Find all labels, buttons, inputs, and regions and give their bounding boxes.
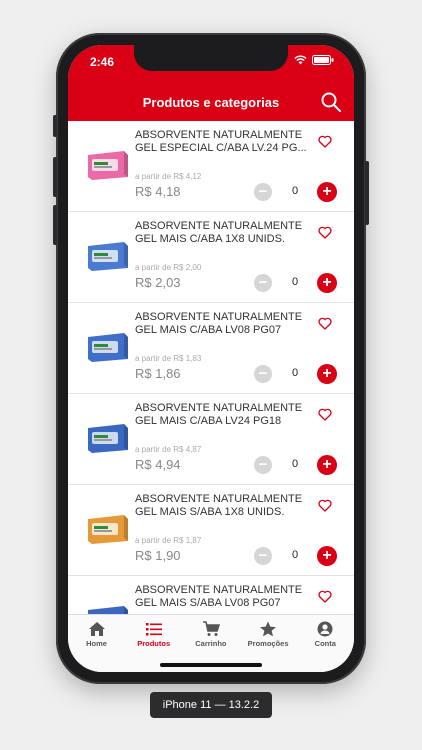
from-price-label: a partir de R$ 4,12 [135, 172, 202, 181]
quantity-value: 0 [291, 549, 299, 561]
product-row[interactable]: ABSORVENTE NATURALMENTE GEL MAIS C/ABA L… [68, 394, 354, 485]
increase-quantity-button[interactable]: + [317, 182, 337, 202]
app-header: 2:46 Produtos e categorias [68, 45, 354, 121]
increase-quantity-button[interactable]: + [317, 364, 337, 384]
account-icon [297, 621, 354, 637]
tab-label: Conta [314, 639, 336, 648]
decrease-quantity-button[interactable]: − [254, 456, 272, 474]
search-icon[interactable] [320, 91, 342, 113]
battery-icon [312, 55, 334, 65]
heart-icon[interactable] [318, 408, 332, 421]
list-icon [125, 621, 182, 637]
product-name[interactable]: ABSORVENTE NATURALMENTE GEL MAIS C/ABA 1… [135, 220, 307, 246]
heart-icon[interactable] [318, 590, 332, 603]
tab-carrinho[interactable]: Carrinho [182, 615, 239, 655]
product-price: R$ 4,94 [135, 457, 181, 472]
product-row[interactable]: ABSORVENTE NATURALMENTE GEL MAIS S/ABA 1… [68, 485, 354, 576]
wifi-icon [294, 55, 307, 65]
tab-conta[interactable]: Conta [297, 615, 354, 655]
product-name[interactable]: ABSORVENTE NATURALMENTE GEL MAIS C/ABA L… [135, 311, 307, 337]
increase-quantity-button[interactable]: + [317, 455, 337, 475]
product-name[interactable]: ABSORVENTE NATURALMENTE GEL MAIS C/ABA L… [135, 402, 307, 428]
product-row[interactable]: ABSORVENTE NATURALMENTE GEL ESPECIAL C/A… [68, 121, 354, 212]
product-image[interactable] [84, 420, 132, 456]
product-row[interactable]: ABSORVENTE NATURALMENTE GEL MAIS S/ABA L… [68, 576, 354, 614]
from-price-label: a partir de R$ 4,87 [135, 445, 202, 454]
from-price-label: a partir de R$ 2,00 [135, 263, 202, 272]
heart-icon[interactable] [318, 135, 332, 148]
product-row[interactable]: ABSORVENTE NATURALMENTE GEL MAIS C/ABA 1… [68, 212, 354, 303]
tab-promoes[interactable]: Promoções [240, 615, 297, 655]
product-price: R$ 1,90 [135, 548, 181, 563]
increase-quantity-button[interactable]: + [317, 273, 337, 293]
star-icon [240, 621, 297, 637]
decrease-quantity-button[interactable]: − [254, 183, 272, 201]
from-price-label: a partir de R$ 1,87 [135, 536, 202, 545]
tab-label: Produtos [137, 639, 171, 648]
product-list[interactable]: ABSORVENTE NATURALMENTE GEL ESPECIAL C/A… [68, 121, 354, 614]
home-icon [68, 621, 125, 637]
increase-quantity-button[interactable]: + [317, 546, 337, 566]
product-image[interactable] [84, 147, 132, 183]
quantity-value: 0 [291, 367, 299, 379]
heart-icon[interactable] [318, 317, 332, 330]
product-image[interactable] [84, 329, 132, 365]
product-price: R$ 4,18 [135, 184, 181, 199]
device-side-button [53, 115, 57, 137]
product-row[interactable]: ABSORVENTE NATURALMENTE GEL MAIS C/ABA L… [68, 303, 354, 394]
tab-label: Carrinho [195, 639, 227, 648]
quantity-value: 0 [291, 185, 299, 197]
cart-icon [182, 621, 239, 637]
decrease-quantity-button[interactable]: − [254, 365, 272, 383]
quantity-value: 0 [291, 276, 299, 288]
tab-produtos[interactable]: Produtos [125, 615, 182, 655]
heart-icon[interactable] [318, 499, 332, 512]
device-label: iPhone 11 — 13.2.2 [150, 692, 272, 718]
decrease-quantity-button[interactable]: − [254, 274, 272, 292]
product-image[interactable] [84, 602, 132, 614]
product-name[interactable]: ABSORVENTE NATURALMENTE GEL MAIS S/ABA 1… [135, 493, 307, 519]
app-screen: 2:46 Produtos e categorias ABSORVENTE NA… [68, 45, 354, 672]
tab-label: Promoções [247, 639, 289, 648]
product-image[interactable] [84, 511, 132, 547]
product-price: R$ 2,03 [135, 275, 181, 290]
status-time: 2:46 [90, 55, 115, 69]
status-icons [294, 55, 334, 65]
product-price: R$ 1,86 [135, 366, 181, 381]
page-title: Produtos e categorias [142, 95, 280, 110]
device-notch [134, 45, 288, 71]
heart-icon[interactable] [318, 226, 332, 239]
device-frame: 2:46 Produtos e categorias ABSORVENTE NA… [53, 33, 369, 684]
device-volume-up [53, 157, 57, 197]
product-name[interactable]: ABSORVENTE NATURALMENTE GEL ESPECIAL C/A… [135, 129, 307, 155]
product-name[interactable]: ABSORVENTE NATURALMENTE GEL MAIS S/ABA L… [135, 584, 307, 610]
device-power-button [365, 161, 369, 225]
home-indicator [160, 663, 262, 667]
device-volume-down [53, 205, 57, 245]
product-image[interactable] [84, 238, 132, 274]
quantity-value: 0 [291, 458, 299, 470]
tab-home[interactable]: Home [68, 615, 125, 655]
decrease-quantity-button[interactable]: − [254, 547, 272, 565]
tab-label: Home [86, 639, 107, 648]
from-price-label: a partir de R$ 1,83 [135, 354, 202, 363]
